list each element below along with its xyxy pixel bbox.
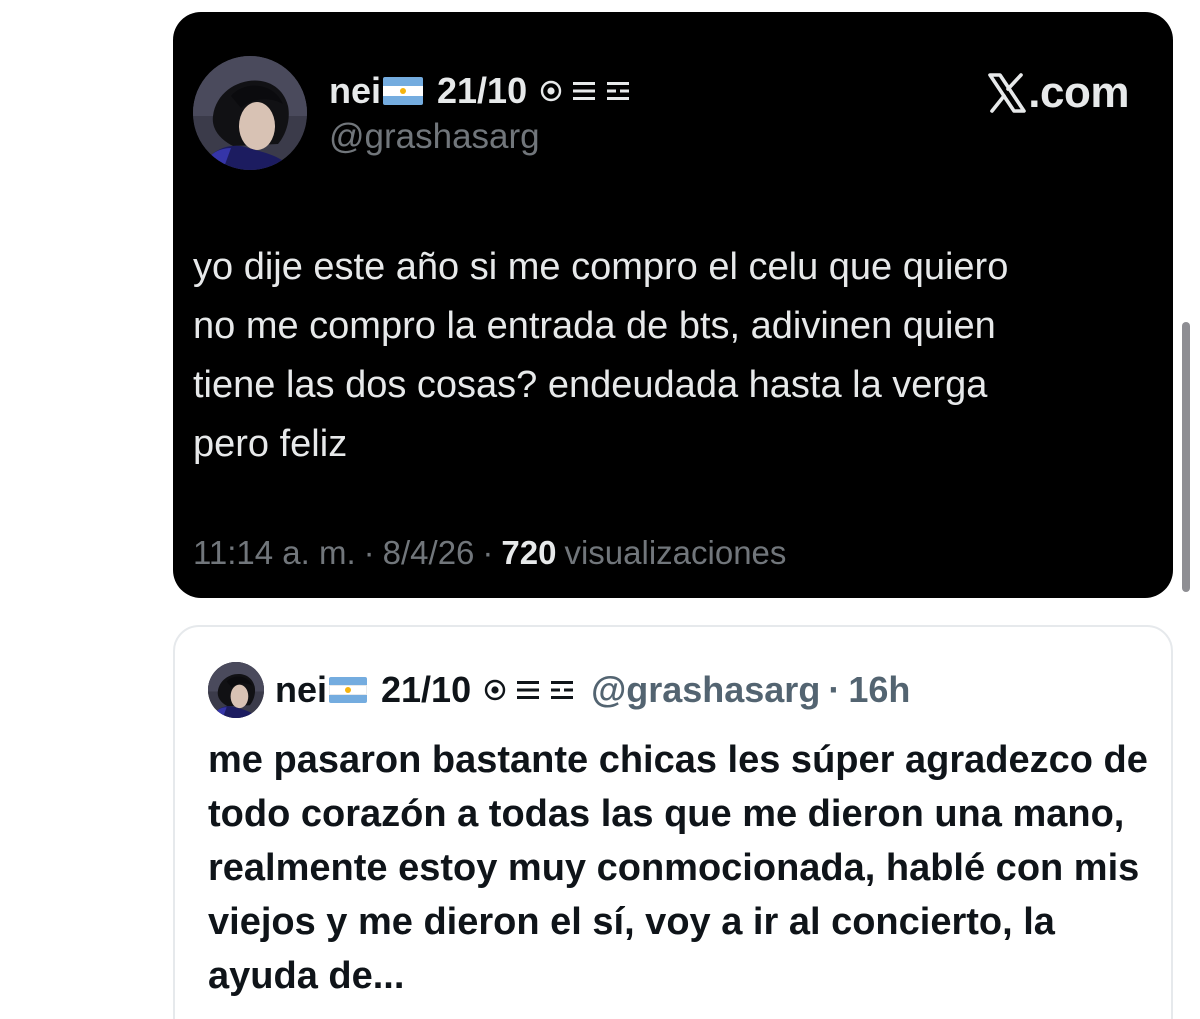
- meta-separator: ·: [363, 534, 375, 571]
- author-handle[interactable]: @grashasarg: [329, 117, 540, 157]
- site-domain: .com: [1028, 68, 1129, 117]
- tweet-date[interactable]: 8/4/26: [383, 534, 475, 572]
- argentina-flag-icon: [383, 77, 424, 105]
- avatar[interactable]: [193, 56, 307, 170]
- reply-text: me pasaron bastante chicas les súper agr…: [208, 739, 1148, 997]
- views-count: 720: [501, 534, 557, 571]
- reply-name-suffix: 21/10: [381, 669, 472, 710]
- author-name-row[interactable]: nei 21/10: [329, 70, 631, 112]
- author-display-name[interactable]: nei: [329, 70, 381, 112]
- x-site-label[interactable]: .com: [988, 68, 1129, 118]
- menu-lines-icon: [517, 681, 540, 699]
- x-logo-icon: [988, 73, 1027, 113]
- reply-time-ago[interactable]: 16h: [848, 669, 910, 711]
- tweet-meta: 11:14 a. m. · 8/4/26 · 720 visualizacion…: [193, 534, 786, 572]
- reply-tweet-card[interactable]: nei 21/10 @grashasarg · 16h me pasaron b…: [173, 625, 1173, 1019]
- avatar-image: [208, 662, 264, 718]
- author-name-suffix: 21/10: [437, 70, 528, 111]
- views-label: visualizaciones: [564, 534, 787, 571]
- meta-separator: ·: [482, 534, 494, 571]
- screenshot-page: nei 21/10 @grashasarg .com yo dije este …: [0, 0, 1200, 1019]
- menu-lines-icon: [573, 82, 596, 100]
- list-lines-icon: [607, 82, 630, 100]
- embedded-tweet-card[interactable]: nei 21/10 @grashasarg .com yo dije este …: [173, 12, 1173, 598]
- reply-handle[interactable]: @grashasarg: [591, 669, 820, 711]
- argentina-flag-icon: [329, 677, 368, 703]
- tweet-time[interactable]: 11:14 a. m.: [193, 534, 356, 572]
- avatar[interactable]: [208, 662, 264, 718]
- avatar-image: [193, 56, 307, 170]
- tweet-text: yo dije este año si me compro el celu qu…: [193, 246, 1009, 465]
- scrollbar-thumb[interactable]: [1182, 322, 1190, 592]
- reply-header: nei 21/10 @grashasarg · 16h: [275, 669, 910, 711]
- reply-display-name[interactable]: nei: [275, 669, 327, 711]
- target-icon: [540, 80, 562, 102]
- meta-separator: ·: [828, 669, 841, 710]
- target-icon: [484, 679, 506, 701]
- list-lines-icon: [551, 681, 574, 699]
